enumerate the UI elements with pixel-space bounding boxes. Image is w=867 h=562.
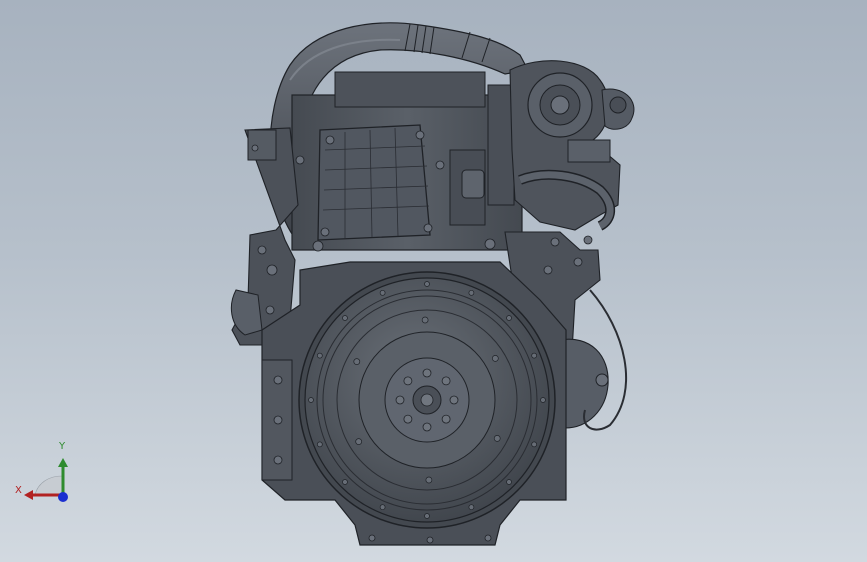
flywheel-rim-bolt: [342, 479, 348, 485]
flywheel-rim-bolt: [379, 289, 386, 296]
axis-y-label: Y: [59, 441, 66, 452]
coordinate-triad: Y X: [10, 440, 80, 510]
axis-x-label: X: [15, 485, 22, 496]
flywheel-hub-bolt: [403, 376, 413, 386]
flywheel-rim-bolt: [540, 397, 546, 403]
graphics-viewport[interactable]: Y X: [0, 0, 867, 562]
cylinder-head[interactable]: [291, 71, 523, 252]
flywheel-hub-bolt: [441, 376, 451, 386]
flywheel-rim-bolt: [316, 352, 323, 359]
flywheel[interactable]: [298, 271, 556, 529]
flywheel-hub-bolt: [403, 414, 413, 424]
flywheel-mid-bolt: [493, 435, 501, 442]
flywheel-rim-bolt: [379, 504, 386, 511]
engine-model[interactable]: [0, 0, 867, 562]
flywheel-hub-bolt: [449, 395, 459, 405]
flywheel-rim-bolt: [468, 504, 475, 511]
flywheel-mid-bolt: [353, 358, 361, 365]
triad-icon: [24, 458, 68, 502]
flywheel-rim-bolt: [531, 352, 538, 359]
flywheel-rim-bolt: [531, 441, 538, 448]
flywheel-mid-bolt: [421, 316, 429, 324]
flywheel-hub-bolt: [422, 368, 432, 378]
flywheel-rim-bolt: [506, 315, 512, 321]
flywheel-hub-bolt: [422, 422, 432, 432]
flywheel-mid-bolt: [491, 355, 499, 362]
turbocharger[interactable]: [509, 60, 635, 231]
flywheel-rim-bolt: [342, 315, 348, 321]
flywheel-rim-bolt: [308, 397, 314, 403]
flywheel-hub-bolt: [395, 395, 405, 405]
flywheel-rim-bolt: [468, 289, 475, 296]
flywheel-rim-bolt: [424, 513, 430, 519]
flywheel-mid-bolt: [425, 476, 433, 484]
flywheel-rim-bolt: [506, 479, 512, 485]
flywheel-mid-bolt: [355, 438, 363, 445]
flywheel-rim-bolt: [424, 281, 430, 287]
flywheel-hub-bolt: [441, 414, 451, 424]
flywheel-rim-bolt: [316, 441, 323, 448]
